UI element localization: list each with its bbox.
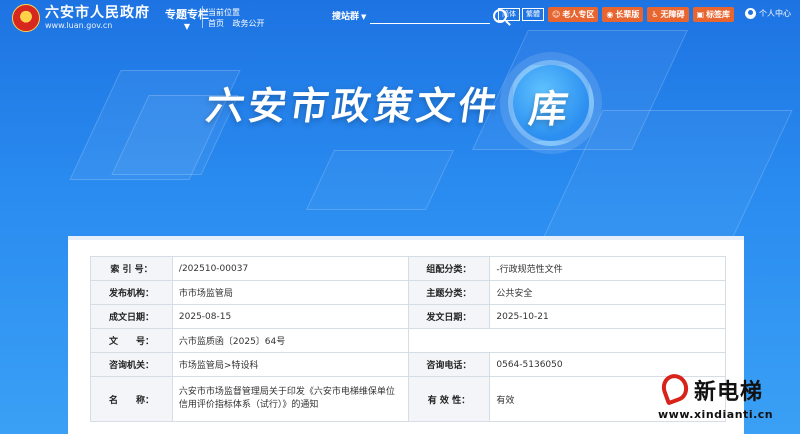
topic-class-value: 公共安全 — [489, 280, 726, 305]
national-emblem-icon — [12, 4, 40, 32]
doc-name-label: 名 称： — [90, 376, 173, 422]
table-row: 文 号： 六市监质函〔2025〕64号 — [90, 328, 726, 353]
watermark-title: 新电梯 — [694, 380, 764, 405]
doc-number-value: 六市监质函〔2025〕64号 — [171, 328, 409, 353]
banner-title: 六安市政策文件 — [203, 84, 504, 128]
site-logo[interactable]: 六安市人民政府 www.luan.gov.cn — [12, 4, 150, 32]
tool-label: 标签库 — [706, 10, 731, 19]
site-url: www.luan.gov.cn — [45, 21, 113, 30]
index-number-label: 索 引 号： — [90, 256, 173, 281]
elder-icon: ☺ — [552, 10, 561, 19]
doc-number-label: 文 号： — [90, 328, 173, 353]
doc-name-value: 六安市市场监督管理局关于印发《六安市电梯维保单位信用评价指标体系（试行）》的通知 — [171, 376, 409, 422]
written-date-value: 2025-08-15 — [171, 304, 409, 329]
elder-zone-button[interactable]: ☺ 老人专区 — [548, 7, 599, 22]
breadcrumb-gov-open[interactable]: 政务公开 — [233, 19, 265, 28]
accessibility-icon: ♿ — [651, 10, 659, 19]
category-label: 组配分类： — [407, 256, 491, 281]
user-icon — [745, 8, 756, 19]
category-value: -行政规范性文件 — [489, 256, 726, 281]
location-label: 当前位置 — [208, 8, 240, 17]
decor-shape — [306, 150, 454, 210]
tool-label: 长辈版 — [615, 10, 640, 19]
table-row: 名 称： 六安市市场监督管理局关于印发《六安市电梯维保单位信用评价指标体系（试行… — [90, 376, 726, 422]
table-row: 索 引 号： /202510-00037 组配分类： -行政规范性文件 — [90, 256, 726, 281]
index-number-value: /202510-00037 — [171, 256, 409, 281]
issue-date-label: 发文日期： — [407, 304, 491, 329]
toolbar: ☺ 老人专区 ◉ 长辈版 ♿ 无障碍 ▣ 标签库 — [548, 7, 738, 22]
tag-library-button[interactable]: ▣ 标签库 — [692, 7, 735, 22]
language-switch: 简体 繁體 — [498, 8, 546, 21]
empty-label — [407, 328, 491, 353]
issue-date-value: 2025-10-21 — [489, 304, 726, 329]
search-scope-select[interactable]: 搜站群 ▼ — [332, 9, 366, 22]
header-divider — [202, 6, 203, 28]
document-info-panel: 索 引 号： /202510-00037 组配分类： -行政规范性文件 发布机构… — [68, 236, 744, 434]
validity-label: 有 效 性： — [407, 376, 491, 422]
top-header: 六安市人民政府 www.luan.gov.cn 专题专栏 ▼ 当前位置 首页 政… — [0, 0, 800, 36]
search-area: 搜站群 ▼ — [332, 7, 508, 24]
consult-office-label: 咨询机关： — [90, 352, 173, 377]
search-scope-label: 搜站群 — [332, 12, 360, 22]
publisher-value: 市市场监管局 — [171, 280, 409, 305]
accessibility-button[interactable]: ♿ 无障碍 — [647, 7, 689, 22]
user-center-link[interactable]: 个人中心 — [745, 8, 791, 19]
publisher-label: 发布机构： — [90, 280, 173, 305]
table-row: 咨询机关： 市场监管局>特设科 咨询电话： 0564-5136050 — [90, 352, 726, 377]
search-input[interactable] — [370, 7, 491, 24]
logo-text: 六安市人民政府 www.luan.gov.cn — [45, 5, 150, 31]
empty-value — [489, 328, 726, 353]
watermark: 新电梯 www.xindianti.cn — [656, 370, 796, 432]
caret-down-icon: ▼ — [361, 13, 367, 21]
lang-simplified-button[interactable]: 简体 — [498, 8, 520, 21]
document-info-table: 索 引 号： /202510-00037 组配分类： -行政规范性文件 发布机构… — [90, 256, 726, 422]
breadcrumb-home[interactable]: 首页 — [208, 19, 224, 28]
user-center-label: 个人中心 — [759, 9, 791, 18]
elder-mode-button[interactable]: ◉ 长辈版 — [602, 7, 644, 22]
consult-office-value: 市场监管局>特设科 — [171, 352, 409, 377]
consult-phone-label: 咨询电话： — [407, 352, 491, 377]
breadcrumb: 当前位置 首页 政务公开 — [208, 7, 271, 29]
table-row: 成文日期： 2025-08-15 发文日期： 2025-10-21 — [90, 304, 726, 329]
watermark-url: www.xindianti.cn — [658, 408, 774, 421]
site-title: 六安市人民政府 — [45, 5, 150, 21]
table-row: 发布机构： 市市场监管局 主题分类： 公共安全 — [90, 280, 726, 305]
elevator-logo-icon — [657, 370, 693, 406]
tool-label: 无障碍 — [660, 10, 685, 19]
written-date-label: 成文日期： — [90, 304, 173, 329]
elder-mode-icon: ◉ — [606, 10, 614, 19]
topic-class-label: 主题分类： — [407, 280, 491, 305]
banner-title-suffix: 库 — [526, 87, 571, 131]
tool-label: 老人专区 — [562, 10, 595, 19]
lang-traditional-button[interactable]: 繁體 — [522, 8, 544, 21]
tag-icon: ▣ — [696, 10, 705, 19]
